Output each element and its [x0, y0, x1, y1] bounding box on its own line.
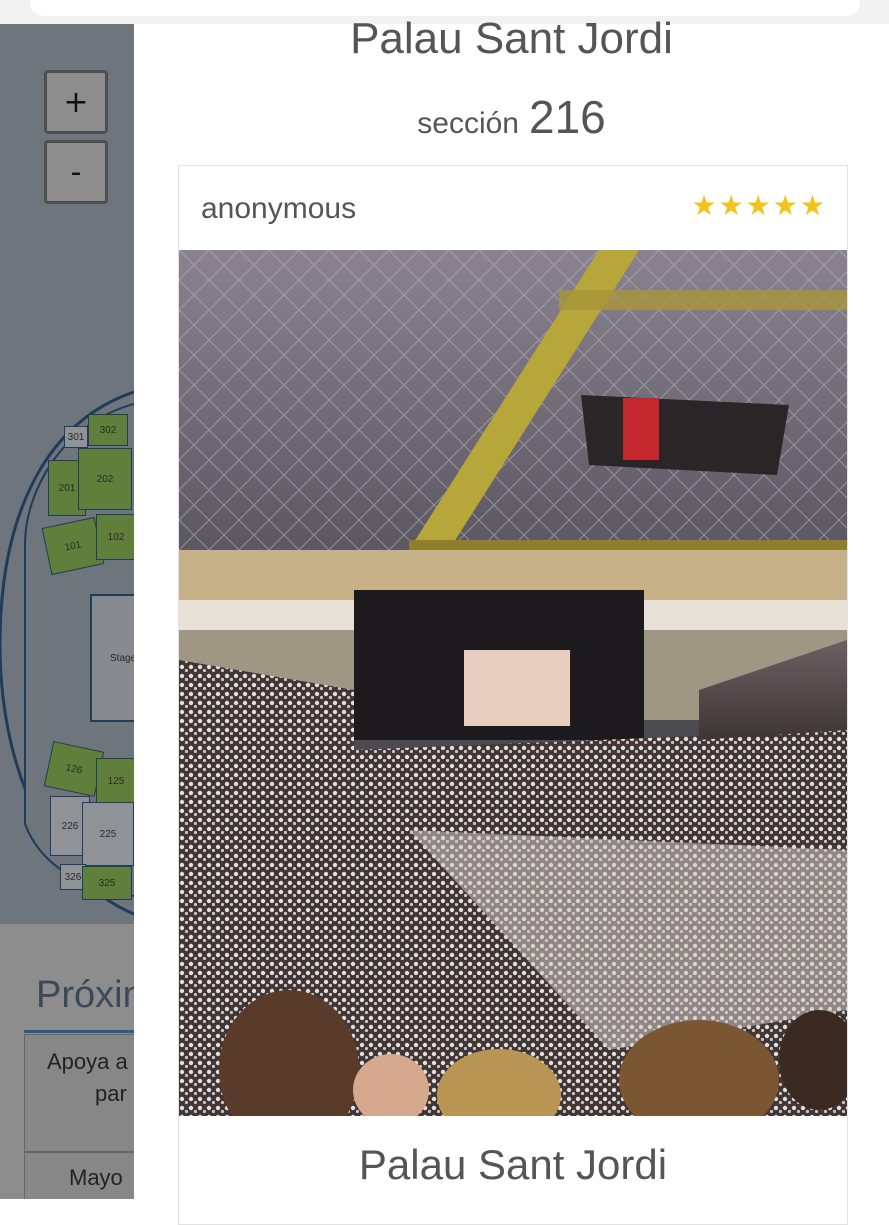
venue-title: Palau Sant Jordi: [350, 14, 673, 63]
star-icon: ★: [772, 189, 798, 222]
event-text-line-1: Apoya a: [47, 1049, 128, 1074]
upcoming-events-panel: Próxin Apoya a par Mayo: [0, 924, 134, 1199]
event-cell-date[interactable]: Mayo: [24, 1152, 134, 1199]
event-month: Mayo: [69, 1165, 123, 1190]
seating-map[interactable]: + - 301 302 201 202 101 102 Stage 126 12…: [0, 24, 134, 924]
section-102[interactable]: 102: [96, 514, 134, 560]
section-number: 216: [528, 91, 606, 143]
section-225[interactable]: 225: [82, 802, 134, 866]
star-rating: ★ ★ ★ ★ ★: [691, 192, 825, 220]
arena-photo-illustration: [179, 250, 847, 1116]
section-heading: sección 216: [134, 90, 889, 144]
section-label: sección: [417, 107, 519, 140]
upcoming-title: Próxin: [36, 974, 134, 1016]
review-card: anonymous ★ ★ ★ ★ ★ Palau Sant Jordi: [178, 165, 848, 1225]
star-icon: ★: [745, 189, 771, 222]
seat-view-photo[interactable]: [179, 250, 847, 1116]
star-icon: ★: [718, 189, 744, 222]
event-cell[interactable]: Apoya a par: [24, 1034, 134, 1152]
event-text-line-2: par: [95, 1081, 127, 1106]
title-underline: [24, 1030, 134, 1033]
section-325[interactable]: 325: [82, 866, 132, 900]
star-icon: ★: [799, 189, 825, 222]
star-icon: ★: [691, 189, 717, 222]
review-modal: Palau Sant Jordi sección 216 anonymous ★ …: [134, 14, 889, 1225]
section-302[interactable]: 302: [88, 414, 128, 446]
section-301[interactable]: 301: [64, 426, 88, 448]
section-125[interactable]: 125: [96, 758, 134, 804]
stage: Stage: [90, 594, 134, 722]
review-author: anonymous: [201, 192, 357, 225]
photo-caption: Palau Sant Jordi: [358, 1141, 668, 1188]
section-202[interactable]: 202: [78, 448, 132, 510]
